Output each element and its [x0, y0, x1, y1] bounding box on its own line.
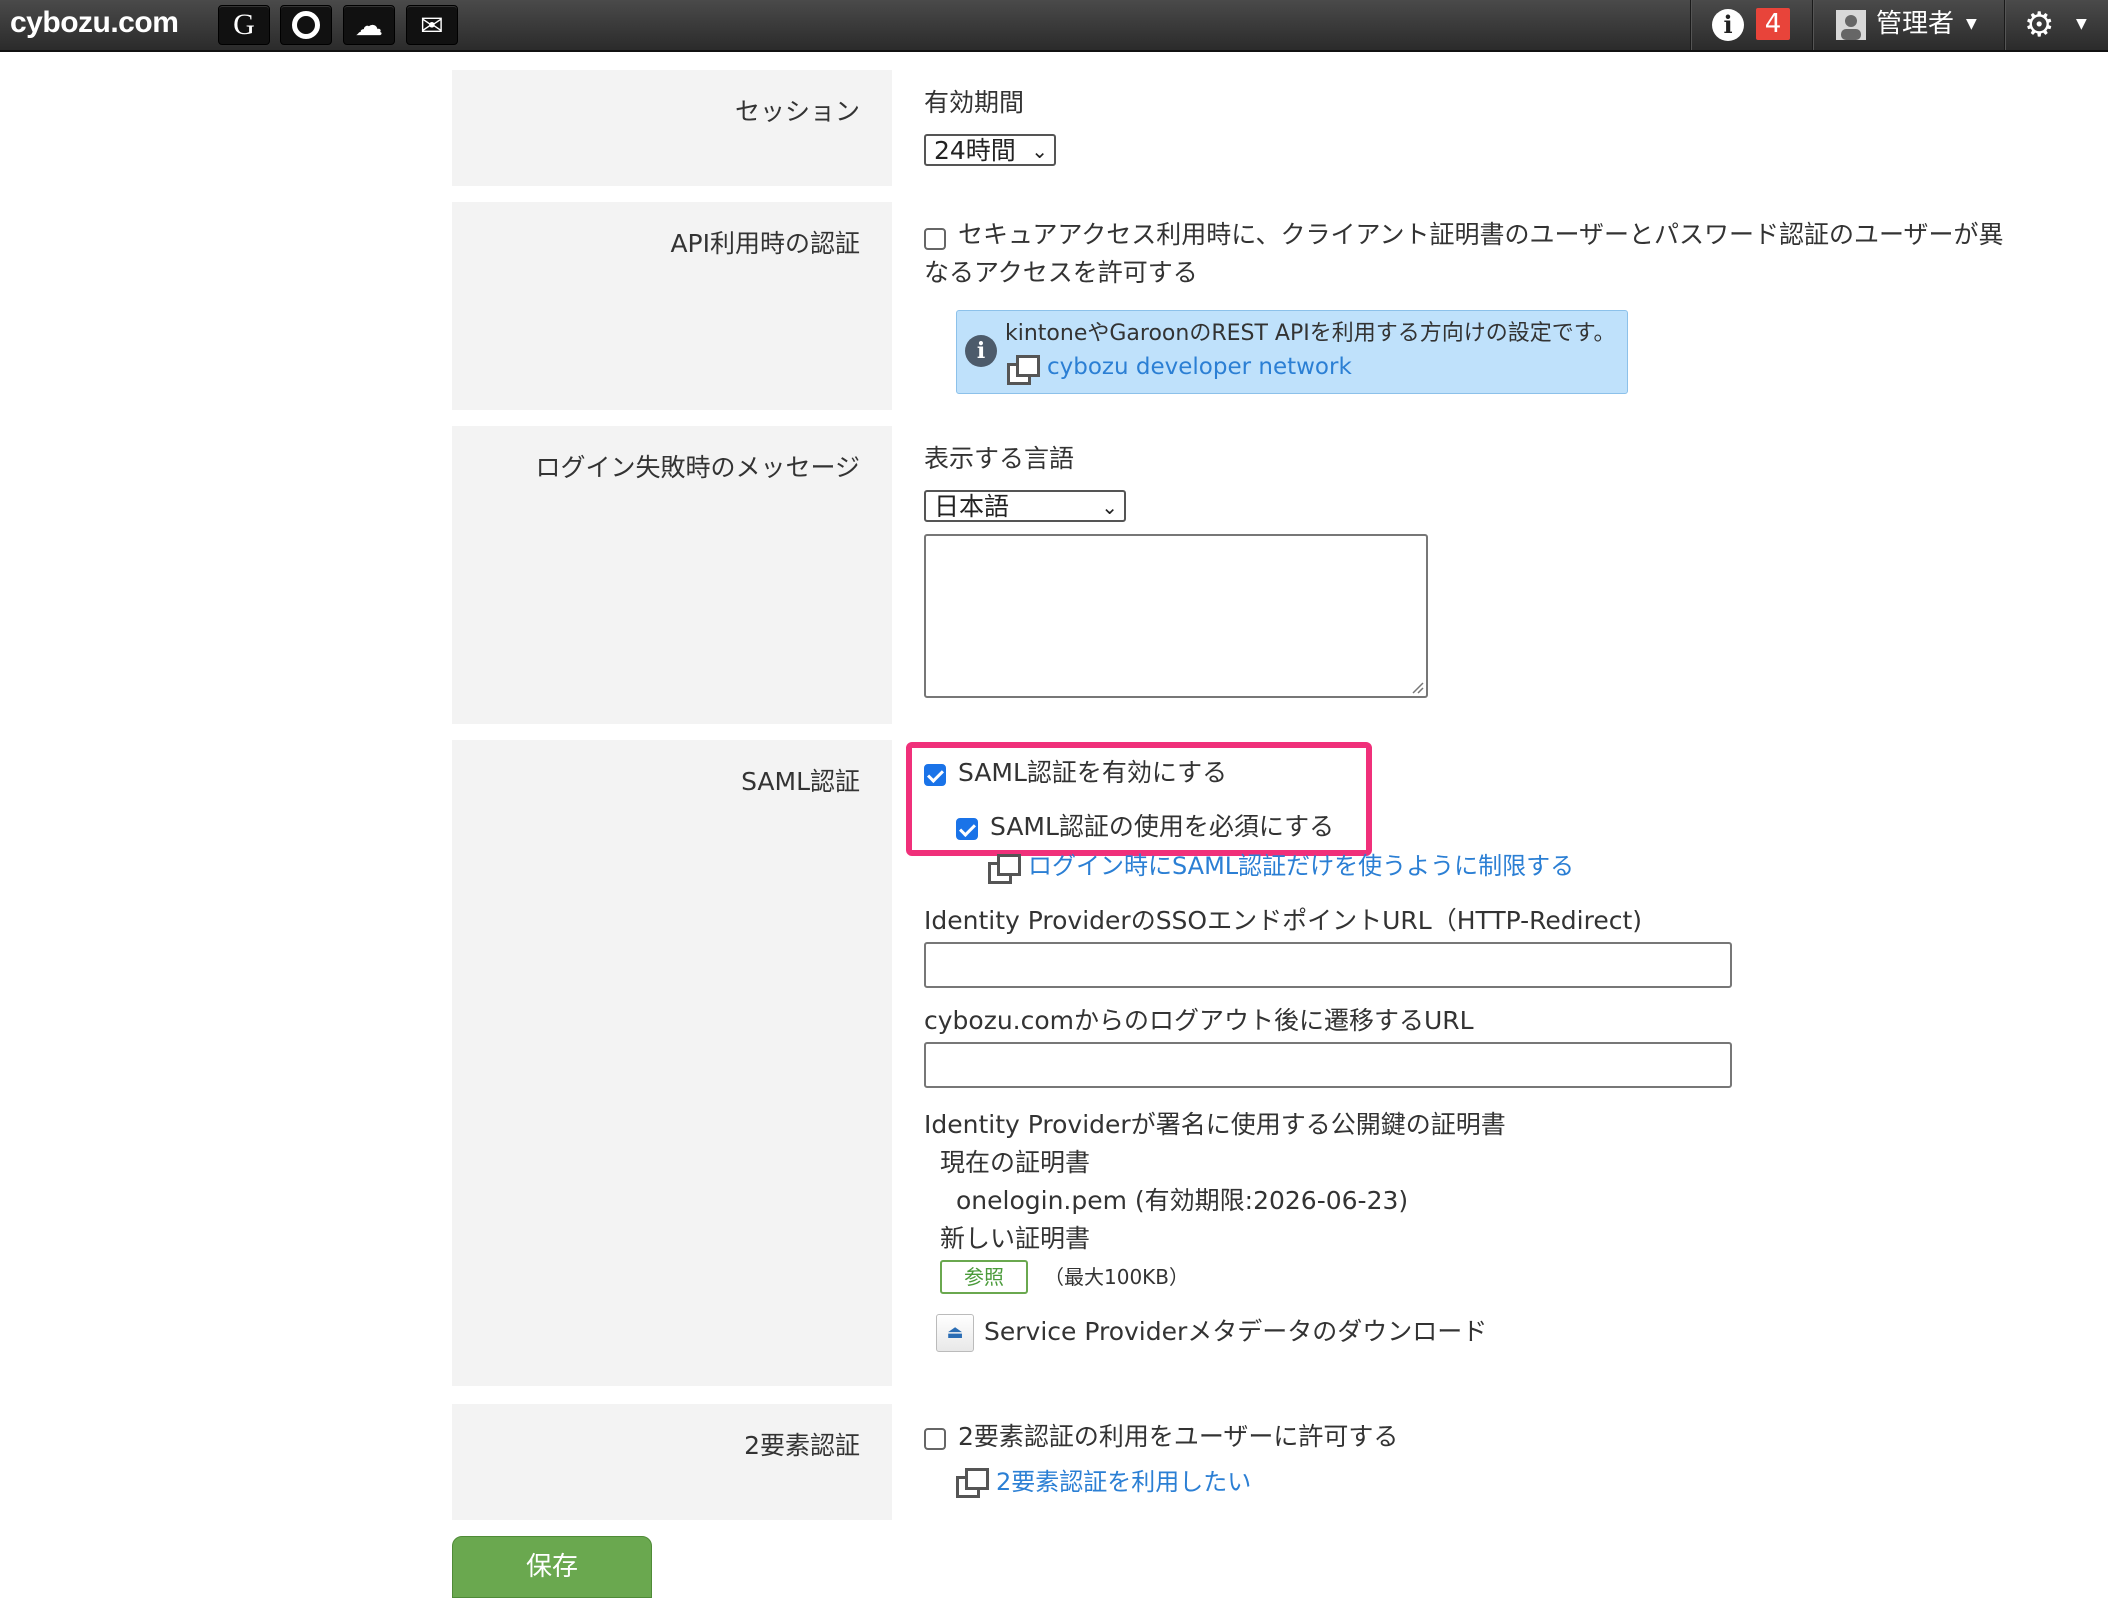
external-window-icon	[988, 854, 1021, 884]
info-icon: i	[965, 335, 997, 367]
max-size-note: （最大100KB）	[1044, 1265, 1190, 1289]
notification-info-icon[interactable]: i	[1712, 9, 1744, 41]
login-fail-label: ログイン失敗時のメッセージ	[535, 453, 860, 482]
chevron-down-icon[interactable]: ▼	[2076, 16, 2087, 32]
two-factor-checkbox[interactable]	[924, 1428, 946, 1450]
notification-badge[interactable]: 4	[1756, 8, 1790, 40]
session-period-select[interactable]: 24時間 ⌄	[924, 134, 1056, 166]
saml-restrict-link[interactable]: ログイン時にSAML認証だけを使うように制限する	[1028, 850, 1574, 882]
two-factor-checkbox-label[interactable]: 2要素認証の利用をユーザーに許可する	[958, 1420, 1398, 1454]
mailwise-app-icon[interactable]: ☁	[343, 5, 395, 45]
garoon-app-icon[interactable]: G	[218, 5, 270, 45]
external-window-icon	[956, 1468, 989, 1498]
certificate-label: Identity Providerが署名に使用する公開鍵の証明書	[924, 1110, 1506, 1139]
browse-button[interactable]: 参照	[940, 1260, 1028, 1294]
api-auth-label: API利用時の認証	[670, 229, 860, 258]
chevron-down-icon: ⌄	[1031, 139, 1048, 163]
save-button[interactable]: 保存	[452, 1536, 652, 1598]
new-certificate-label: 新しい証明書	[940, 1224, 1091, 1253]
saml-label: SAML認証	[741, 767, 860, 796]
brand-logo[interactable]: cybozu.com	[10, 3, 179, 43]
login-fail-label-cell: ログイン失敗時のメッセージ	[452, 426, 892, 724]
api-auth-checkbox-label-line1[interactable]: セキュアアクセス利用時に、クライアント証明書のユーザーとパスワード認証のユーザー…	[958, 218, 2004, 252]
api-auth-checkbox[interactable]	[924, 228, 946, 250]
mail-app-icon[interactable]: ✉	[406, 5, 458, 45]
session-period-label: 有効期間	[924, 88, 1025, 117]
api-auth-label-cell: API利用時の認証	[452, 202, 892, 410]
chevron-down-icon[interactable]: ▼	[1966, 16, 1977, 32]
api-info-text: kintoneやGaroonのREST APIを利用する方向けの設定です。	[1005, 321, 1616, 346]
api-auth-checkbox-label-line2[interactable]: なるアクセスを許可する	[924, 256, 1198, 290]
developer-network-link[interactable]: cybozu developer network	[1047, 351, 1352, 383]
login-fail-language-select[interactable]: 日本語 ⌄	[924, 490, 1126, 522]
chevron-down-icon: ⌄	[1101, 495, 1118, 519]
topbar-separator	[1812, 0, 1813, 50]
saml-require-label[interactable]: SAML認証の使用を必須にする	[990, 810, 1334, 844]
two-factor-link[interactable]: 2要素認証を利用したい	[996, 1466, 1251, 1498]
logout-url-label: cybozu.comからのログアウト後に遷移するURL	[924, 1006, 1474, 1035]
sso-url-label: Identity ProviderのSSOエンドポイントURL（HTTP-Red…	[924, 906, 1643, 935]
session-label-cell: セッション	[452, 70, 892, 186]
saml-label-cell: SAML認証	[452, 740, 892, 1386]
topbar-separator	[1690, 0, 1691, 50]
saml-enable-label[interactable]: SAML認証を有効にする	[958, 756, 1227, 790]
external-window-icon	[1007, 355, 1040, 385]
office-app-icon[interactable]	[280, 5, 332, 45]
two-factor-label-cell: 2要素認証	[452, 1404, 892, 1520]
login-fail-language-label: 表示する言語	[924, 444, 1075, 473]
user-menu[interactable]: 管理者	[1876, 6, 1954, 42]
saml-require-checkbox[interactable]	[956, 818, 978, 840]
topbar-separator	[2004, 0, 2005, 50]
two-factor-label: 2要素認証	[744, 1431, 860, 1460]
resize-handle-icon[interactable]	[1410, 680, 1424, 694]
top-navigation-bar: cybozu.com G ☁ ✉ i 4 管理者 ▼ ⚙ ▼	[0, 0, 2108, 52]
session-label: セッション	[734, 97, 860, 126]
login-fail-message-textarea[interactable]	[924, 534, 1428, 698]
download-icon[interactable]: ⏏	[936, 1314, 974, 1352]
metadata-download-link[interactable]: Service Providerメタデータのダウンロード	[984, 1315, 1487, 1349]
current-certificate-value: onelogin.pem (有効期限:2026-06-23)	[956, 1186, 1409, 1215]
saml-enable-checkbox[interactable]	[924, 764, 946, 786]
api-info-box: i kintoneやGaroonのREST APIを利用する方向けの設定です。 …	[956, 310, 1628, 394]
gear-icon[interactable]: ⚙	[2024, 6, 2054, 44]
logout-url-input[interactable]	[924, 1042, 1732, 1088]
sso-url-input[interactable]	[924, 942, 1732, 988]
user-avatar-icon[interactable]	[1836, 10, 1866, 40]
current-certificate-label: 現在の証明書	[940, 1148, 1091, 1177]
